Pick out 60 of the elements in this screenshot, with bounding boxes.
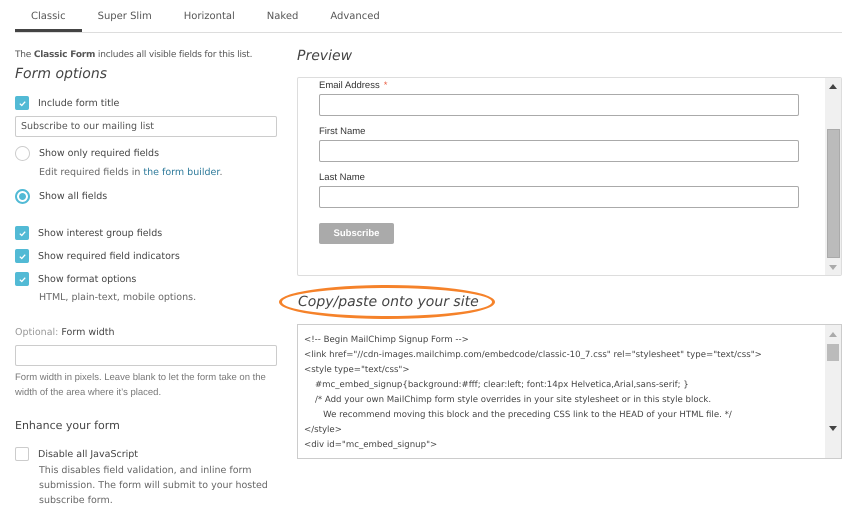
code-line: <link href="//cdn-images.mailchimp.com/embedcode/classic-10_7.css" rel="stylesheet" type="text/css"> bbox=[304, 349, 763, 362]
code-line: <style type="text/css"> bbox=[304, 364, 411, 377]
field-label: Last Name bbox=[319, 172, 365, 183]
form-width-label: Form width bbox=[61, 327, 115, 338]
code-line: </style> bbox=[304, 424, 343, 437]
tab[interactable]: Classic bbox=[15, 0, 82, 32]
option-label: Show interest group fields bbox=[38, 228, 162, 238]
code-textarea[interactable] bbox=[297, 324, 842, 459]
checkbox[interactable] bbox=[15, 447, 29, 461]
optional-label: Optional: bbox=[15, 327, 58, 338]
preview-input[interactable] bbox=[319, 186, 799, 208]
section-heading: Form options bbox=[15, 66, 108, 82]
code-line: <!-- Begin MailChimp Signup Form --> bbox=[304, 334, 470, 347]
scrollbar[interactable] bbox=[825, 78, 841, 275]
code-line: We recommend moving this block and the preceding CSS link to the HEAD of your HTML file. */ bbox=[322, 409, 733, 422]
radio-button[interactable] bbox=[15, 146, 30, 161]
intro-text: The Classic Form includes all visible fields for this list. bbox=[15, 50, 254, 60]
form-width-hint: Form width in pixels. Leave blank to let the form take on the width of the area where it’s placed. bbox=[15, 371, 267, 400]
preview-input[interactable] bbox=[319, 140, 799, 162]
tab[interactable]: Advanced bbox=[314, 0, 396, 32]
scroll-down-icon[interactable] bbox=[829, 426, 837, 431]
check-icon bbox=[18, 252, 26, 260]
note-period: . bbox=[219, 167, 222, 178]
form-width-input[interactable] bbox=[15, 345, 277, 366]
option-label: Show all fields bbox=[39, 191, 108, 202]
preview-heading: Preview bbox=[297, 48, 354, 64]
option-label: Show required field indicators bbox=[38, 250, 180, 262]
checkbox[interactable] bbox=[15, 249, 29, 263]
code-line: /* Add your own MailChimp form style overrides in your site stylesheet or in this style block. bbox=[314, 394, 712, 407]
radio-button[interactable] bbox=[15, 189, 30, 204]
section-heading: Enhance your form bbox=[15, 419, 121, 432]
tab[interactable]: Horizontal bbox=[168, 0, 251, 32]
required-marker: * bbox=[384, 80, 388, 91]
tab[interactable]: Super Slim bbox=[82, 0, 168, 32]
option-label: Include form title bbox=[38, 98, 120, 108]
checkbox[interactable] bbox=[15, 96, 29, 110]
scroll-up-icon[interactable] bbox=[829, 84, 837, 89]
check-icon bbox=[18, 228, 26, 238]
option-label: Show format options bbox=[38, 274, 136, 284]
preview-input[interactable] bbox=[319, 94, 799, 116]
code-line: #mc_embed_signup{background:#fff; clear:left; font:14px Helvetica,Arial,sans-serif; } bbox=[314, 379, 690, 392]
checkbox[interactable] bbox=[15, 272, 29, 286]
scrollbar-thumb[interactable] bbox=[826, 129, 840, 258]
field-label: First Name bbox=[319, 126, 366, 137]
check-icon bbox=[18, 98, 26, 108]
form-builder-link[interactable]: the form builder bbox=[143, 167, 220, 178]
form-title-input[interactable]: Subscribe to our mailing list bbox=[15, 116, 277, 137]
option-note: HTML, plain-text, mobile options. bbox=[39, 292, 196, 303]
copy-heading: Copy/paste onto your site bbox=[297, 294, 479, 310]
scrollbar-thumb[interactable] bbox=[827, 344, 839, 361]
option-label: Disable all JavaScript bbox=[38, 448, 138, 460]
tab[interactable]: Naked bbox=[250, 0, 314, 32]
code-line: <div id="mc_embed_signup"> bbox=[304, 439, 438, 452]
field-label: Email Address bbox=[319, 80, 380, 91]
option-label: Show only required fields bbox=[39, 148, 160, 159]
scrollbar[interactable] bbox=[825, 325, 841, 458]
check-icon bbox=[18, 274, 26, 284]
option-note: Edit required fields in bbox=[39, 167, 140, 178]
option-note: This disables field validation, and inline form submission. The form will submit to your hosted subscribe form. bbox=[39, 464, 269, 508]
checkbox[interactable] bbox=[15, 226, 29, 240]
